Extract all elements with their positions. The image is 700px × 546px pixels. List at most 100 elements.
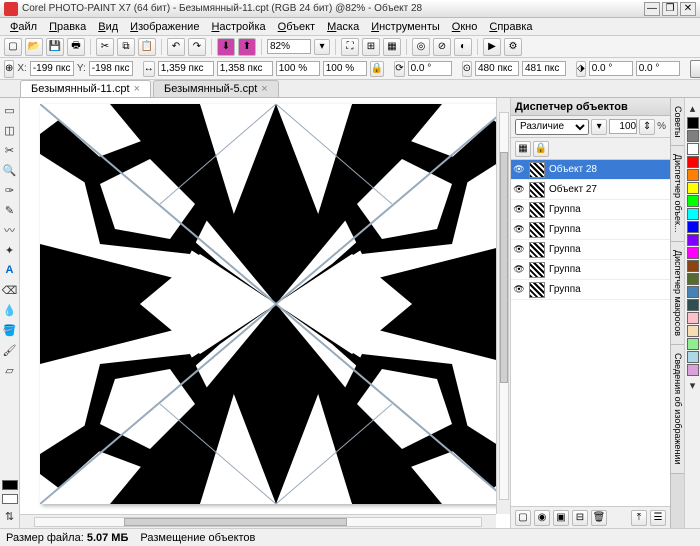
docker-tab[interactable]: Сведения об изображении [671,345,684,474]
color-swatch[interactable] [687,273,699,285]
blend-dropdown-icon[interactable]: ▾ [591,119,607,135]
color-swatch[interactable] [687,169,699,181]
menu-настройка[interactable]: Настройка [205,21,271,33]
bg-color-swatch[interactable] [2,494,18,504]
color-swatch[interactable] [687,234,699,246]
skew-x-input[interactable] [589,61,633,76]
mask-tool[interactable]: ◫ [2,122,18,138]
save-button[interactable]: 💾 [46,38,64,56]
color-swatch[interactable] [687,117,699,129]
color-swatch[interactable] [687,247,699,259]
dropper-tool[interactable]: 💧 [2,302,18,318]
copy-button[interactable]: ⧉ [117,38,135,56]
x-input[interactable] [30,61,74,76]
visibility-icon[interactable]: 👁 [513,284,525,296]
height-input[interactable] [217,61,273,76]
zoom-tool[interactable]: 🔍 [2,162,18,178]
layer-row[interactable]: 👁Группа [511,220,670,240]
launch-button[interactable]: ▶ [483,38,501,56]
visibility-icon[interactable]: 👁 [513,224,525,236]
new-button[interactable]: ▢ [4,38,22,56]
lock-ratio-icon[interactable]: 🔒 [370,61,384,77]
import-button[interactable]: ⬇ [217,38,235,56]
color-swatch[interactable] [687,338,699,350]
scale-w-input[interactable] [276,61,320,76]
color-swatch[interactable] [687,325,699,337]
menu-справка[interactable]: Справка [483,21,538,33]
menu-правка[interactable]: Правка [43,21,92,33]
docker-tab[interactable]: Советы [671,98,684,146]
width-input[interactable] [158,61,214,76]
color-swatch[interactable] [687,351,699,363]
text-tool[interactable]: A [2,262,18,278]
redo-button[interactable]: ↷ [188,38,206,56]
close-button[interactable]: ✕ [680,2,696,16]
canvas[interactable] [40,104,510,504]
print-button[interactable]: 🖶 [67,38,85,56]
pick-tool[interactable]: ▭ [2,102,18,118]
layer-row[interactable]: 👁Группа [511,200,670,220]
effect-tool[interactable]: ✦ [2,242,18,258]
shape-tool[interactable]: ▱ [2,362,18,378]
position-tool-icon[interactable]: ⊕ [4,60,14,78]
retouch-tool[interactable]: ✎ [2,202,18,218]
y-input[interactable] [89,61,133,76]
visibility-icon[interactable]: 👁 [513,264,525,276]
fullscreen-button[interactable]: ⛶ [341,38,359,56]
undo-button[interactable]: ↶ [167,38,185,56]
crop-tool[interactable]: ✂ [2,142,18,158]
eraser-tool[interactable]: ⌫ [2,282,18,298]
open-button[interactable]: 📂 [25,38,43,56]
opacity-stepper[interactable]: ⇕ [639,119,655,135]
blend-mode-select[interactable]: Различие [515,119,589,135]
color-swatch[interactable] [687,208,699,220]
color-swatch[interactable] [687,312,699,324]
opacity-input[interactable] [609,119,637,134]
apply-button[interactable]: Применить [690,60,700,78]
menu-окно[interactable]: Окно [446,21,484,33]
clear-mask-button[interactable]: ⊘ [433,38,451,56]
delete-icon[interactable]: 🗑 [591,510,607,526]
color-swatch[interactable] [687,130,699,142]
rulers-button[interactable]: ⊞ [362,38,380,56]
new-object-icon[interactable]: ▢ [515,510,531,526]
vertical-scrollbar[interactable] [496,98,510,514]
fill-tool[interactable]: 🪣 [2,322,18,338]
menu-вид[interactable]: Вид [92,21,124,33]
color-swatch[interactable] [687,364,699,376]
canvas-area[interactable] [20,98,510,528]
rotation-input[interactable] [408,61,452,76]
dest-w-input[interactable] [475,61,519,76]
menu-файл[interactable]: Файл [4,21,43,33]
menu-изображение[interactable]: Изображение [124,21,205,33]
tab-document-1[interactable]: Безымянный-11.cpt× [20,80,151,97]
zoom-input[interactable] [267,39,311,54]
lock-all-icon[interactable]: 🔒 [533,141,549,157]
tab-close-icon[interactable]: × [261,83,267,95]
visibility-icon[interactable]: 👁 [513,204,525,216]
panel-header[interactable]: Диспетчер объектов [511,98,670,116]
docker-tab[interactable]: Диспетчер макросов [671,242,684,345]
tab-close-icon[interactable]: × [134,83,140,95]
minimize-button[interactable]: — [644,2,660,16]
fg-color-swatch[interactable] [2,480,18,490]
menu-маска[interactable]: Маска [321,21,365,33]
tab-document-2[interactable]: Безымянный-5.cpt× [153,80,279,97]
zoom-dropdown[interactable]: ▾ [314,39,330,55]
visibility-icon[interactable]: 👁 [513,184,525,196]
new-mask-icon[interactable]: ▣ [553,510,569,526]
skew-y-input[interactable] [636,61,680,76]
dest-h-input[interactable] [522,61,566,76]
grid-button[interactable]: ▦ [383,38,401,56]
restore-button[interactable]: ❐ [662,2,678,16]
layer-row[interactable]: 👁Объект 27 [511,180,670,200]
lock-transparency-icon[interactable]: ▦ [515,141,531,157]
paste-button[interactable]: 📋 [138,38,156,56]
to-top-icon[interactable]: ⤒ [631,510,647,526]
options-button[interactable]: ⚙ [504,38,522,56]
horizontal-scrollbar[interactable] [20,514,496,528]
menu-объект[interactable]: Объект [272,21,321,33]
paint-tool[interactable]: 🖌 [2,342,18,358]
color-swatch[interactable] [687,182,699,194]
visibility-icon[interactable]: 👁 [513,164,525,176]
